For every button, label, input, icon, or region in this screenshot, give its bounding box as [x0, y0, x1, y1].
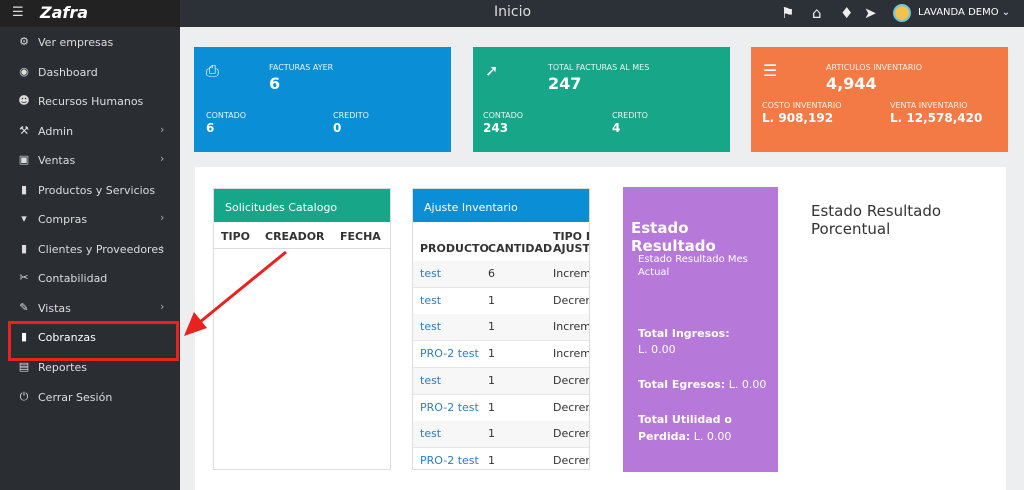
annotation-arrow: [184, 250, 287, 336]
